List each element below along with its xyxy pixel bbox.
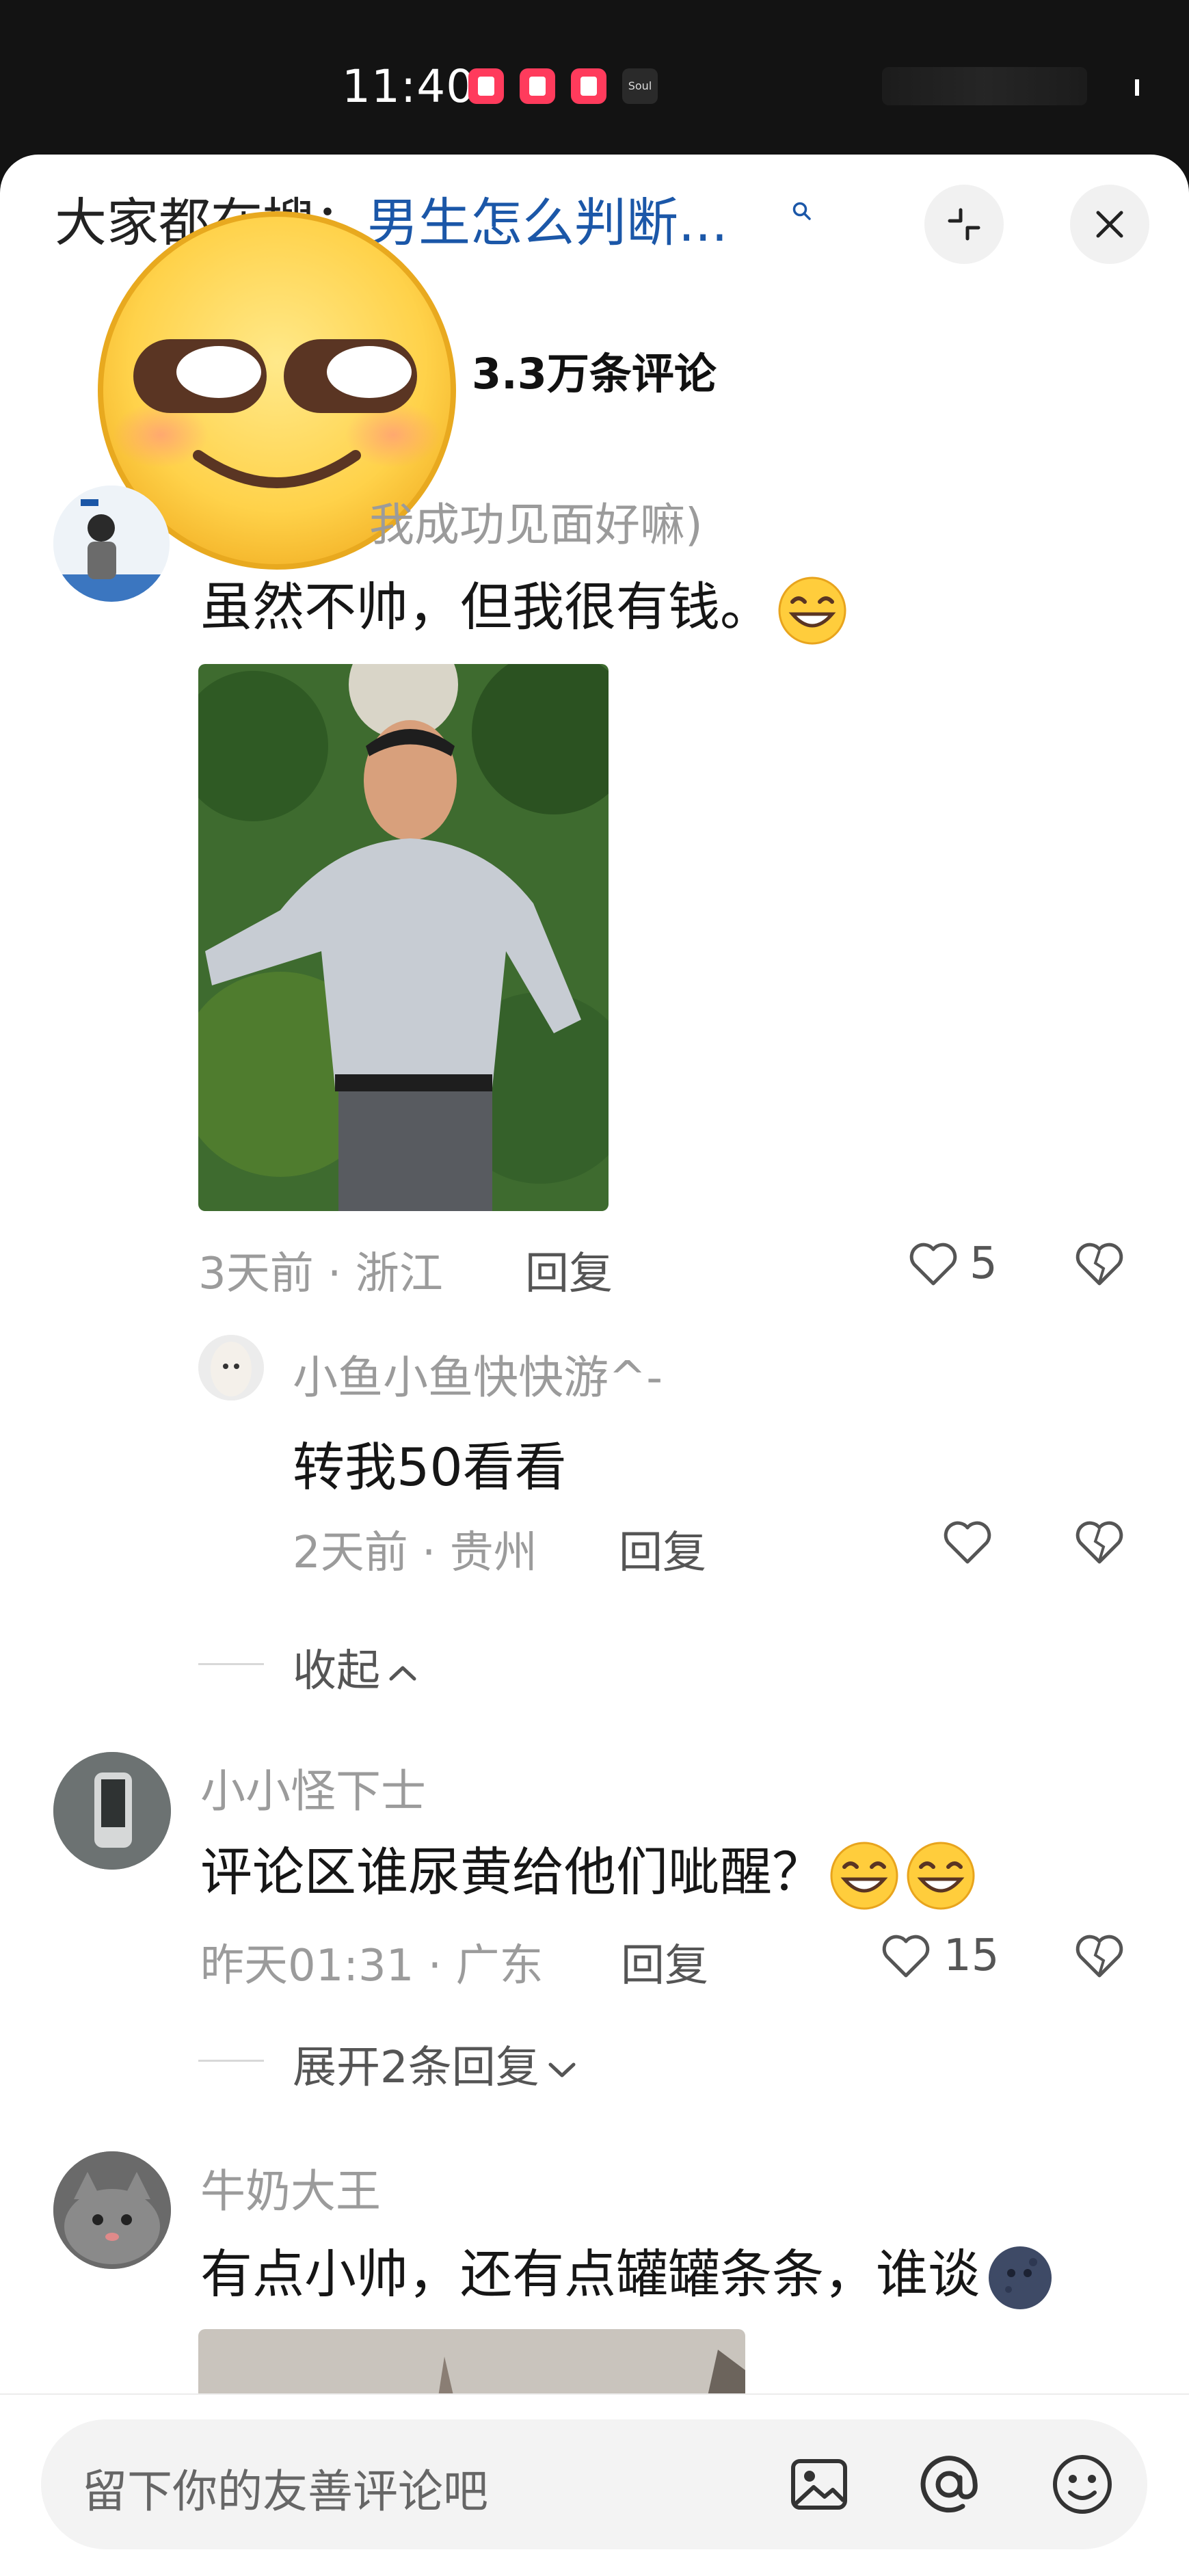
search-icon[interactable] — [792, 201, 811, 220]
collapse-label: 收起 — [293, 1646, 380, 1697]
image-icon[interactable] — [785, 2450, 853, 2519]
comment-text: 虽然不帅，但我很有钱。 — [200, 565, 849, 647]
divider-line — [198, 2060, 264, 2062]
grin-emoji — [907, 1842, 975, 1910]
reply-avatar-image — [198, 1335, 264, 1400]
close-icon — [1096, 211, 1123, 238]
comment-text-content: 评论区谁尿黄给他们呲醒？ — [200, 1842, 824, 1902]
avatar[interactable] — [53, 1752, 171, 1870]
comment-time-location: 昨天01:31 · 广东 — [200, 1941, 544, 1991]
comment-input[interactable]: 留下你的友善评论吧 — [41, 2419, 1147, 2549]
shrink-icon — [948, 208, 980, 241]
comment-input-placeholder: 留下你的友善评论吧 — [82, 2465, 488, 2518]
heart-icon[interactable] — [940, 1515, 995, 1570]
comment-username[interactable]: 牛奶大王 — [200, 2155, 381, 2220]
comment-text-content: 虽然不帅，但我很有钱。 — [200, 576, 772, 637]
comment-text: 评论区谁尿黄给他们呲醒？ — [200, 1830, 977, 1912]
grin-emoji — [778, 576, 846, 645]
soul-app-icon: Soul — [622, 68, 658, 104]
photo-man-in-garden — [198, 664, 609, 1211]
collapse-replies-button[interactable]: 收起 — [293, 1636, 420, 1699]
heart-icon[interactable] — [879, 1929, 933, 1984]
reply-avatar[interactable] — [198, 1335, 264, 1400]
status-time: 11:40 — [342, 60, 476, 113]
comment-text-content: 有点小帅，还有点罐罐条条，谁谈 — [200, 2244, 980, 2305]
comment-username[interactable]: 小小怪下士 — [200, 1755, 426, 1820]
reply-button[interactable]: 回复 — [525, 1238, 613, 1301]
broken-heart-icon[interactable] — [1072, 1515, 1127, 1570]
status-indicators — [882, 67, 1087, 105]
user-avatar-image — [53, 486, 170, 602]
expand-replies-button[interactable]: 展开2条回复 — [293, 2032, 579, 2095]
chevron-down-icon — [548, 2062, 576, 2077]
notification-app-icon — [571, 68, 606, 104]
reply-button[interactable]: 回复 — [621, 1930, 708, 1993]
minimize-button[interactable] — [924, 185, 1004, 264]
grin-emoji — [830, 1842, 898, 1910]
comment-photo[interactable] — [198, 664, 609, 1211]
status-bar: 11:40 Soul — [0, 0, 1189, 157]
reply-button[interactable]: 回复 — [619, 1517, 706, 1580]
chevron-up-icon — [389, 1666, 416, 1681]
comment-input-bar: 留下你的友善评论吧 — [0, 2393, 1189, 2576]
like-count: 5 — [970, 1238, 998, 1289]
broken-heart-icon[interactable] — [1072, 1237, 1127, 1292]
divider-line — [198, 1663, 264, 1665]
dark-moon-emoji — [989, 2246, 1052, 2309]
heart-icon[interactable] — [906, 1237, 961, 1292]
like-count: 15 — [944, 1930, 1000, 1981]
comment-time-location: 3天前 · 浙江 — [198, 1249, 443, 1299]
avatar[interactable] — [53, 486, 170, 602]
close-button[interactable] — [1070, 185, 1149, 264]
reply-time-location: 2天前 · 贵州 — [293, 1528, 537, 1578]
reply-text-content: 转我50看看 — [293, 1437, 567, 1498]
comment-username[interactable]: 我成功见面好嘛) — [369, 488, 703, 554]
battery-icon — [1121, 74, 1143, 101]
notification-app-icon — [468, 68, 504, 104]
broken-heart-icon[interactable] — [1072, 1929, 1127, 1984]
comments-sheet: 大家都在搜：男生怎么判断... 3.3万条评论 我成功见面好嘛) 虽然不帅，但我… — [0, 155, 1189, 2576]
reply-username[interactable]: 小鱼小鱼快快游^- — [293, 1341, 663, 1407]
expand-label: 展开2条回复 — [293, 2043, 539, 2093]
emoji-icon[interactable] — [1048, 2450, 1117, 2519]
notification-app-icon — [520, 68, 555, 104]
avatar[interactable] — [53, 2151, 171, 2269]
at-icon[interactable] — [915, 2450, 983, 2519]
cat-avatar-image — [53, 2151, 171, 2269]
comment-text: 有点小帅，还有点罐罐条条，谁谈 — [200, 2232, 1056, 2314]
comment-count: 3.3万条评论 — [472, 349, 717, 399]
user-avatar-image — [53, 1752, 171, 1870]
